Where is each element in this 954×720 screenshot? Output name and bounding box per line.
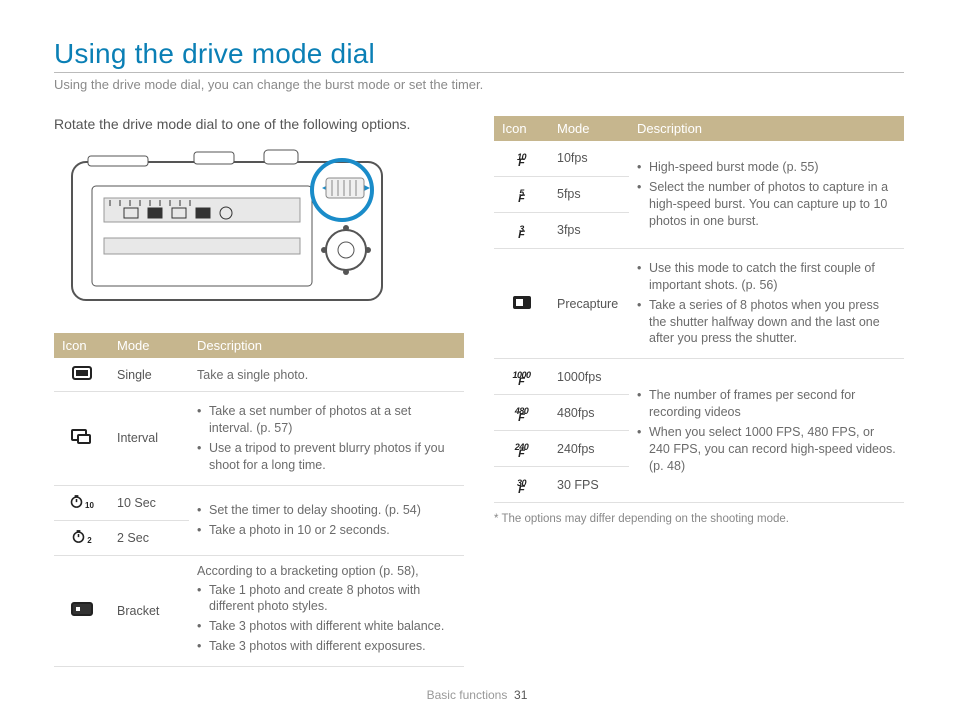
mode-label: 3fps xyxy=(549,212,629,248)
mode-icon-single xyxy=(54,358,109,392)
table-row: 10F10fpsHigh-speed burst mode (p. 55)Sel… xyxy=(494,141,904,176)
table-row: PrecaptureUse this mode to catch the fir… xyxy=(494,248,904,358)
th-desc: Description xyxy=(189,333,464,358)
mode-icon-timer10: 10 xyxy=(54,485,109,520)
th-icon: Icon xyxy=(54,333,109,358)
mode-icon-precap xyxy=(494,248,549,358)
mode-description: The number of frames per second for reco… xyxy=(629,359,904,503)
mode-icon-bracket xyxy=(54,555,109,667)
th-icon: Icon xyxy=(494,116,549,141)
mode-description: According to a bracketing option (p. 58)… xyxy=(189,555,464,667)
left-modes-table: Icon Mode Description SingleTake a singl… xyxy=(54,333,464,667)
th-mode: Mode xyxy=(109,333,189,358)
mode-icon-fps5: 5F xyxy=(494,176,549,212)
mode-label: Single xyxy=(109,358,189,392)
mode-label: 480fps xyxy=(549,395,629,431)
table-row: SingleTake a single photo. xyxy=(54,358,464,392)
table-row: 1010 SecSet the timer to delay shooting.… xyxy=(54,485,464,520)
table-row: 1000F1000fpsThe number of frames per sec… xyxy=(494,359,904,395)
page-subtitle: Using the drive mode dial, you can chang… xyxy=(54,72,904,92)
table-row: IntervalTake a set number of photos at a… xyxy=(54,392,464,486)
mode-icon-interval xyxy=(54,392,109,486)
mode-icon-fps3: 3F xyxy=(494,212,549,248)
mode-description: Use this mode to catch the first couple … xyxy=(629,248,904,358)
page-title: Using the drive mode dial xyxy=(54,38,904,70)
table-row: BracketAccording to a bracketing option … xyxy=(54,555,464,667)
mode-description: High-speed burst mode (p. 55)Select the … xyxy=(629,141,904,248)
mode-label: 5fps xyxy=(549,176,629,212)
mode-label: 1000fps xyxy=(549,359,629,395)
mode-label: 2 Sec xyxy=(109,520,189,555)
mode-label: Bracket xyxy=(109,555,189,667)
mode-label: 10fps xyxy=(549,141,629,176)
instruction-text: Rotate the drive mode dial to one of the… xyxy=(54,116,464,132)
camera-illustration xyxy=(64,142,404,315)
right-modes-table: Icon Mode Description 10F10fpsHigh-speed… xyxy=(494,116,904,503)
th-desc: Description xyxy=(629,116,904,141)
th-mode: Mode xyxy=(549,116,629,141)
mode-description: Take a set number of photos at a set int… xyxy=(189,392,464,486)
footnote-text: * The options may differ depending on th… xyxy=(494,513,904,525)
mode-label: Interval xyxy=(109,392,189,486)
page-footer: Basic functions 31 xyxy=(0,688,954,702)
mode-icon-fps30: 30F xyxy=(494,467,549,503)
mode-icon-fps480: 480F xyxy=(494,395,549,431)
mode-icon-fps10: 10F xyxy=(494,141,549,176)
mode-icon-fps240: 240F xyxy=(494,431,549,467)
mode-icon-timer2: 2 xyxy=(54,520,109,555)
mode-label: 10 Sec xyxy=(109,485,189,520)
mode-description: Take a single photo. xyxy=(189,358,464,392)
mode-icon-fps1000: 1000F xyxy=(494,359,549,395)
mode-label: Precapture xyxy=(549,248,629,358)
mode-label: 30 FPS xyxy=(549,467,629,503)
mode-label: 240fps xyxy=(549,431,629,467)
mode-description: Set the timer to delay shooting. (p. 54)… xyxy=(189,485,464,555)
